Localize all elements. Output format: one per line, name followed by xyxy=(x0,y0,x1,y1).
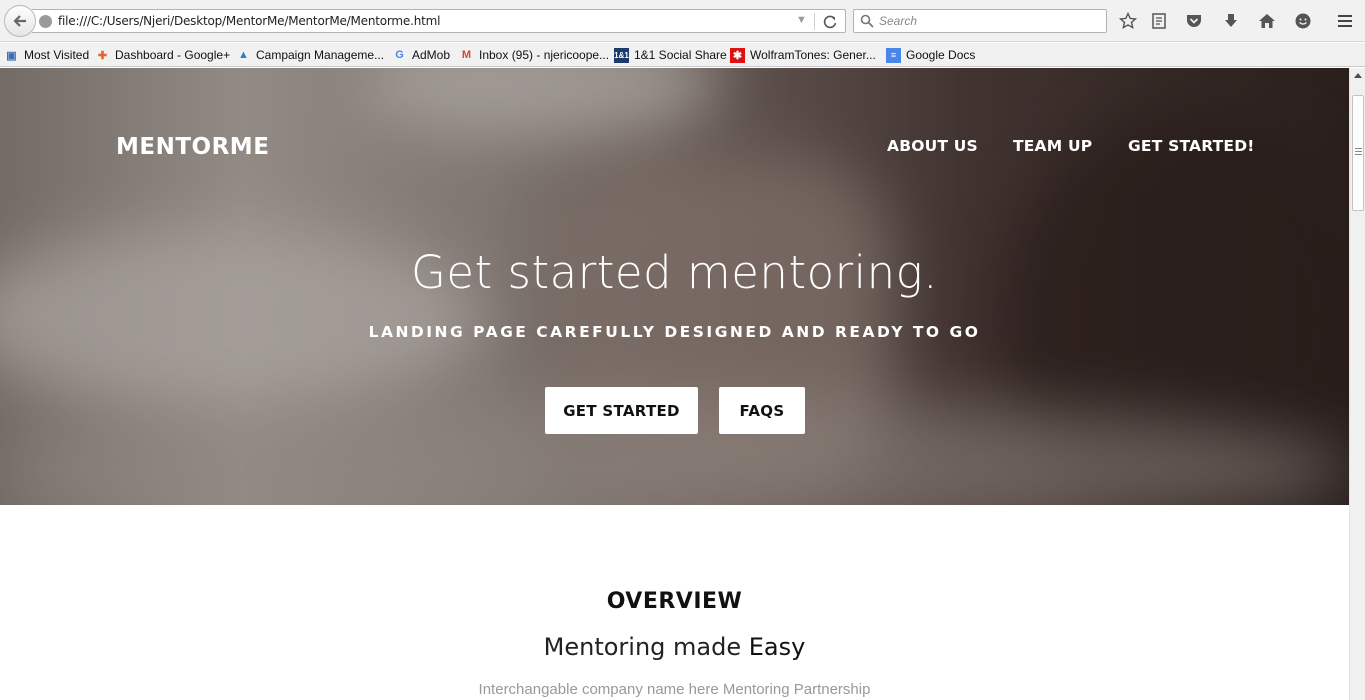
bookmarks-toolbar: ▣ Most Visited ✚ Dashboard - Google+ ▲ C… xyxy=(0,43,1365,67)
bookmark-google-docs[interactable]: ≡ Google Docs xyxy=(886,46,975,64)
bookmark-folder-icon: ▣ xyxy=(6,49,17,62)
bookmark-inbox[interactable]: M Inbox (95) - njericoope... xyxy=(459,46,609,64)
vertical-scrollbar[interactable] xyxy=(1349,68,1365,700)
hello-chat-icon[interactable] xyxy=(1293,11,1313,31)
overview-text: Interchangable company name here Mentori… xyxy=(478,681,871,698)
page-viewport: MENTORME ABOUT US TEAM UP GET STARTED! G… xyxy=(0,68,1349,700)
bookmark-label: WolframTones: Gener... xyxy=(750,48,876,62)
scroll-up-arrow-icon[interactable] xyxy=(1354,73,1362,78)
scroll-thumb[interactable] xyxy=(1352,95,1364,211)
hero-subtitle: LANDING PAGE CAREFULLY DESIGNED AND READ… xyxy=(368,323,981,341)
get-started-button[interactable]: GET STARTED xyxy=(545,387,698,434)
bookmark-label: Google Docs xyxy=(906,48,976,62)
hero-title: Get started mentoring. xyxy=(411,246,938,299)
oneandone-icon: 1&1 xyxy=(614,47,629,63)
bookmark-label: 1&1 Social Share xyxy=(634,48,727,62)
bookmark-dashboard-google-plus[interactable]: ✚ Dashboard - Google+ xyxy=(95,46,230,64)
search-bar[interactable]: Search xyxy=(853,9,1107,33)
site-brand[interactable]: MENTORME xyxy=(116,134,269,160)
back-arrow-icon xyxy=(13,15,26,27)
url-bar[interactable]: file:///C:/Users/Njeri/Desktop/MentorMe/… xyxy=(32,9,846,33)
bookmark-admob[interactable]: G AdMob xyxy=(392,46,450,64)
url-text[interactable]: file:///C:/Users/Njeri/Desktop/MentorMe/… xyxy=(58,14,440,28)
bookmark-label: Inbox (95) - njericoope... xyxy=(479,48,610,62)
bookmark-label: AdMob xyxy=(412,48,451,62)
bookmark-campaign-management[interactable]: ▲ Campaign Manageme... xyxy=(236,46,384,64)
nav-team-up[interactable]: TEAM UP xyxy=(1013,137,1092,155)
menu-icon[interactable] xyxy=(1335,11,1355,31)
bookmark-most-visited[interactable]: ▣ Most Visited xyxy=(4,46,89,64)
google-docs-icon: ≡ xyxy=(886,47,901,63)
nav-get-started[interactable]: GET STARTED! xyxy=(1128,137,1255,155)
google-plus-dashboard-icon: ✚ xyxy=(97,49,108,62)
bookmark-wolframtones[interactable]: ✱ WolframTones: Gener... xyxy=(730,46,876,64)
bookmark-label: Campaign Manageme... xyxy=(256,48,385,62)
globe-icon xyxy=(39,15,52,28)
overview-subheading-prefix: Mentoring made xyxy=(543,633,742,661)
adwords-icon: ▲ xyxy=(238,49,249,61)
overview-heading: OVERVIEW xyxy=(606,589,743,614)
star-bookmark-icon[interactable] xyxy=(1118,11,1138,31)
search-icon xyxy=(860,14,874,28)
reading-list-icon[interactable] xyxy=(1149,11,1169,31)
home-icon[interactable] xyxy=(1257,11,1277,31)
faqs-button[interactable]: FAQS xyxy=(719,387,805,434)
download-icon[interactable] xyxy=(1221,11,1241,31)
search-placeholder: Search xyxy=(879,14,918,28)
nav-about-us[interactable]: ABOUT US xyxy=(887,137,978,155)
url-separator xyxy=(814,13,815,30)
pocket-icon[interactable] xyxy=(1184,11,1204,31)
bookmark-label: Dashboard - Google+ xyxy=(115,48,231,62)
bookmark-social-share[interactable]: 1&1 1&1 Social Share xyxy=(614,46,727,64)
overview-subheading: Mentoring made Easy xyxy=(0,633,1349,661)
hero-section: MENTORME ABOUT US TEAM UP GET STARTED! G… xyxy=(0,68,1349,505)
overview-subheading-emphasis: Easy xyxy=(748,633,806,661)
browser-toolbar: file:///C:/Users/Njeri/Desktop/MentorMe/… xyxy=(0,0,1365,42)
reload-icon[interactable] xyxy=(821,13,839,31)
back-button[interactable] xyxy=(4,5,36,37)
gmail-icon: M xyxy=(461,49,472,61)
url-history-dropdown-icon[interactable]: ▼ xyxy=(796,14,807,26)
bookmark-label: Most Visited xyxy=(24,48,90,62)
google-icon: G xyxy=(395,49,404,61)
wolfram-icon: ✱ xyxy=(730,47,745,63)
